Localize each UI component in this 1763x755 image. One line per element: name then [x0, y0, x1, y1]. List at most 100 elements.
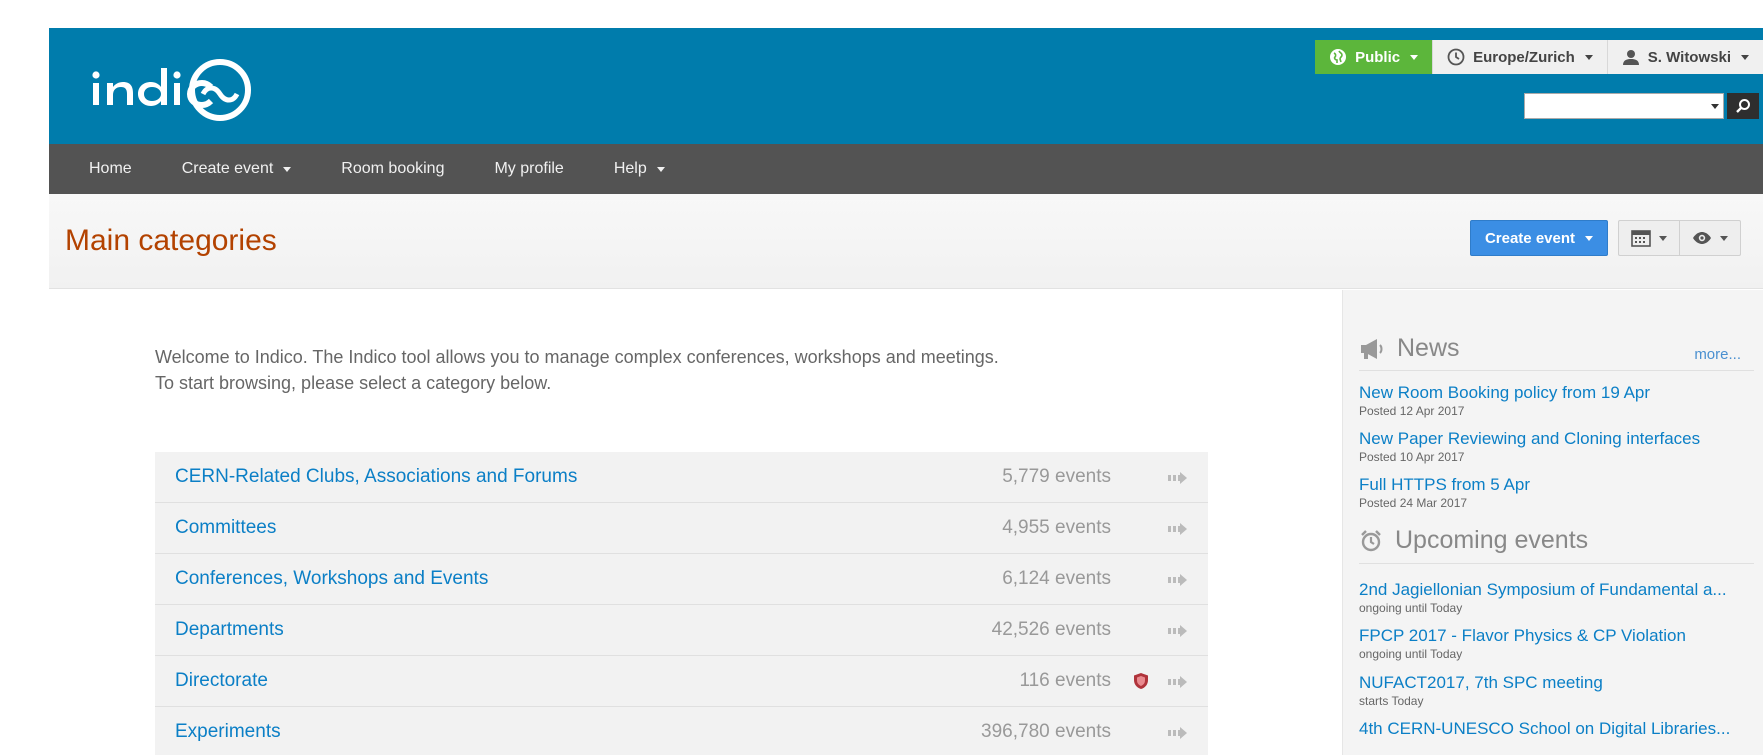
category-event-count: 116 events — [1019, 670, 1111, 691]
upcoming-item-status: starts Today — [1359, 694, 1424, 708]
search-options-chevron-icon[interactable] — [1711, 104, 1719, 109]
category-row[interactable]: Experiments 396,780 events — [155, 707, 1208, 755]
chevron-down-icon — [1410, 54, 1419, 60]
welcome-text: Welcome to Indico. The Indico tool allow… — [155, 344, 1155, 396]
news-item-date: Posted 10 Apr 2017 — [1359, 450, 1465, 464]
category-name[interactable]: Committees — [175, 517, 276, 539]
category-event-count: 6,124 events — [1002, 568, 1111, 589]
view-mode-button[interactable] — [1679, 221, 1740, 255]
create-event-label: Create event — [1484, 229, 1575, 247]
category-row[interactable]: Committees 4,955 events — [155, 503, 1208, 554]
arrow-right-icon[interactable] — [1168, 726, 1188, 740]
arrow-right-icon[interactable] — [1168, 573, 1188, 587]
news-item-link[interactable]: New Paper Reviewing and Cloning interfac… — [1359, 429, 1749, 449]
chevron-down-icon — [1741, 54, 1749, 60]
category-row[interactable]: Departments 42,526 events — [155, 605, 1208, 656]
header: Public Europe/Zurich S. Witowski — [49, 28, 1763, 144]
clock-icon — [1447, 48, 1465, 66]
title-actions: Create event — [1469, 220, 1741, 256]
timezone-dropdown[interactable]: Europe/Zurich — [1432, 40, 1607, 74]
arrow-right-icon[interactable] — [1168, 675, 1188, 689]
arrow-right-icon[interactable] — [1168, 471, 1188, 485]
news-title: News — [1397, 334, 1460, 362]
indico-logo-mark — [92, 59, 251, 121]
upcoming-item: 4th CERN-UNESCO School on Digital Librar… — [1359, 719, 1749, 739]
eye-icon — [1693, 232, 1711, 244]
globe-icon — [1329, 48, 1347, 66]
megaphone-icon — [1361, 338, 1383, 359]
welcome-line-2: To start browsing, please select a categ… — [155, 373, 552, 393]
category-row[interactable]: CERN-Related Clubs, Associations and For… — [155, 452, 1208, 503]
user-icon — [1622, 48, 1640, 66]
news-heading: News — [1359, 334, 1460, 363]
indico-logo[interactable] — [89, 50, 259, 124]
visibility-dropdown[interactable]: Public — [1315, 40, 1433, 74]
news-item-link[interactable]: Full HTTPS from 5 Apr — [1359, 475, 1749, 495]
news-more-link[interactable]: more... — [1694, 346, 1741, 363]
timezone-label: Europe/Zurich — [1473, 48, 1575, 66]
upcoming-item: FPCP 2017 - Flavor Physics & CP Violatio… — [1359, 626, 1749, 662]
welcome-line-1: Welcome to Indico. The Indico tool allow… — [155, 347, 999, 367]
nav-item-label: Help — [613, 160, 647, 177]
upcoming-item-link[interactable]: 4th CERN-UNESCO School on Digital Librar… — [1359, 719, 1749, 739]
upcoming-item-link[interactable]: FPCP 2017 - Flavor Physics & CP Violatio… — [1359, 626, 1749, 646]
arrow-right-icon[interactable] — [1168, 624, 1188, 638]
nav-item-create-event[interactable]: Create event — [182, 160, 292, 178]
news-divider — [1359, 370, 1754, 371]
chevron-down-icon — [656, 166, 665, 172]
chevron-down-icon — [1584, 54, 1593, 60]
category-name[interactable]: Experiments — [175, 721, 281, 743]
upcoming-title: Upcoming events — [1395, 526, 1589, 554]
arrow-right-icon[interactable] — [1168, 522, 1188, 536]
upcoming-item-link[interactable]: NUFACT2017, 7th SPC meeting — [1359, 673, 1749, 693]
nav-item-room-booking[interactable]: Room booking — [341, 160, 444, 178]
news-item-link[interactable]: New Room Booking policy from 19 Apr — [1359, 383, 1749, 403]
category-event-count: 4,955 events — [1002, 517, 1111, 538]
search-input[interactable] — [1524, 93, 1724, 119]
search-button[interactable] — [1727, 93, 1759, 119]
news-item: New Room Booking policy from 19 Apr Post… — [1359, 383, 1749, 419]
nav-item-label: Room booking — [341, 160, 445, 177]
upcoming-item-status: ongoing until Today — [1359, 647, 1463, 661]
category-name[interactable]: CERN-Related Clubs, Associations and For… — [175, 466, 577, 488]
category-name[interactable]: Directorate — [175, 670, 268, 692]
create-event-button[interactable]: Create event — [1469, 220, 1608, 256]
search-icon — [1736, 99, 1750, 113]
view-options-group — [1618, 220, 1741, 256]
user-dropdown[interactable]: S. Witowski — [1606, 40, 1763, 74]
category-list: CERN-Related Clubs, Associations and For… — [155, 452, 1208, 755]
user-bar: Public Europe/Zurich S. Witowski — [1315, 40, 1763, 74]
alarm-clock-icon — [1361, 529, 1381, 551]
nav-item-label: My profile — [494, 160, 564, 177]
category-name[interactable]: Conferences, Workshops and Events — [175, 568, 488, 590]
chevron-down-icon — [1659, 235, 1667, 241]
upcoming-item: 2nd Jagiellonian Symposium of Fundamenta… — [1359, 580, 1749, 616]
category-row[interactable]: Directorate 116 events — [155, 656, 1208, 707]
news-item: New Paper Reviewing and Cloning interfac… — [1359, 429, 1749, 465]
upcoming-item: NUFACT2017, 7th SPC meeting starts Today — [1359, 673, 1749, 709]
category-event-count: 396,780 events — [981, 721, 1111, 742]
category-name[interactable]: Departments — [175, 619, 284, 641]
calendar-export-button[interactable] — [1619, 221, 1679, 255]
news-item: Full HTTPS from 5 Apr Posted 24 Mar 2017 — [1359, 475, 1749, 511]
category-event-count: 42,526 events — [991, 619, 1111, 640]
nav-item-my-profile[interactable]: My profile — [494, 160, 563, 178]
nav-item-home[interactable]: Home — [89, 160, 132, 178]
news-item-date: Posted 24 Mar 2017 — [1359, 496, 1468, 510]
indico-window: Public Europe/Zurich S. Witowski Home Cr… — [49, 28, 1763, 755]
upcoming-divider — [1359, 563, 1754, 564]
calendar-icon — [1631, 230, 1651, 247]
shield-icon — [1134, 673, 1148, 689]
main-nav: Home Create event Room booking My profil… — [49, 144, 1763, 194]
user-name: S. Witowski — [1647, 48, 1731, 66]
upcoming-item-link[interactable]: 2nd Jagiellonian Symposium of Fundamenta… — [1359, 580, 1749, 600]
category-event-count: 5,779 events — [1002, 466, 1111, 487]
nav-item-label: Create event — [181, 160, 274, 177]
news-item-date: Posted 12 Apr 2017 — [1359, 404, 1465, 418]
upcoming-item-status: ongoing until Today — [1359, 601, 1463, 615]
nav-item-help[interactable]: Help — [614, 160, 665, 178]
search-box — [1524, 93, 1759, 119]
title-bar: Main categories Create event — [49, 194, 1763, 289]
category-row[interactable]: Conferences, Workshops and Events 6,124 … — [155, 554, 1208, 605]
chevron-down-icon — [283, 166, 292, 172]
